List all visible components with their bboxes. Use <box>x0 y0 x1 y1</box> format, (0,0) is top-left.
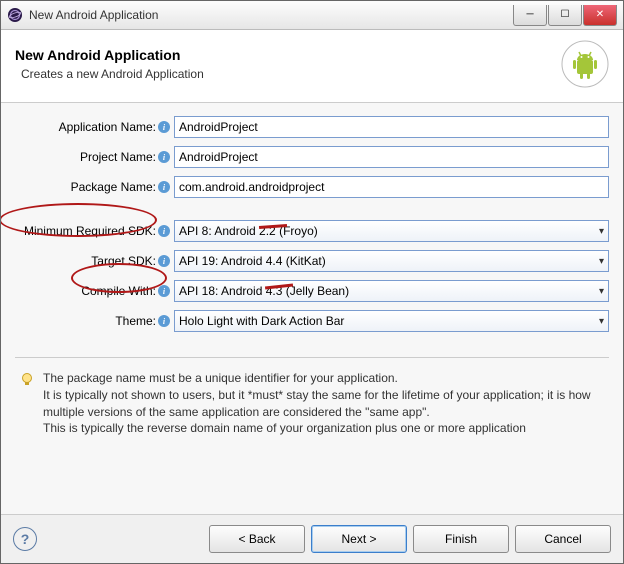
info-icon[interactable]: i <box>158 151 170 163</box>
package-name-input[interactable] <box>174 176 609 198</box>
help-icon[interactable]: ? <box>13 527 37 551</box>
dialog-window: New Android Application ─ ☐ ✕ New Androi… <box>0 0 624 564</box>
compile-with-label: Compile With:i <box>15 284 170 298</box>
info-icon[interactable]: i <box>158 285 170 297</box>
chevron-down-icon: ▾ <box>599 316 604 327</box>
help-text-line: This is typically the reverse domain nam… <box>43 420 605 437</box>
next-button[interactable]: Next > <box>311 525 407 553</box>
min-sdk-select[interactable]: API 8: Android 2.2 (Froyo) ▾ <box>174 220 609 242</box>
eclipse-icon <box>7 7 23 23</box>
app-name-label: Application Name:i <box>15 120 170 134</box>
dialog-body: Application Name:i Project Name:i Packag… <box>1 103 623 514</box>
chevron-down-icon: ▾ <box>599 226 604 237</box>
target-sdk-value: API 19: Android 4.4 (KitKat) <box>179 254 326 268</box>
cancel-button[interactable]: Cancel <box>515 525 611 553</box>
page-title: New Android Application <box>15 47 204 63</box>
compile-with-select[interactable]: API 18: Android 4.3 (Jelly Bean) ▾ <box>174 280 609 302</box>
project-name-input[interactable] <box>174 146 609 168</box>
info-icon[interactable]: i <box>158 181 170 193</box>
compile-with-value: API 18: Android 4.3 (Jelly Bean) <box>179 284 349 298</box>
page-subtitle: Creates a new Android Application <box>21 67 204 81</box>
project-name-label: Project Name:i <box>15 150 170 164</box>
info-icon[interactable]: i <box>158 121 170 133</box>
target-sdk-select[interactable]: API 19: Android 4.4 (KitKat) ▾ <box>174 250 609 272</box>
minimize-button[interactable]: ─ <box>513 5 547 26</box>
maximize-button[interactable]: ☐ <box>548 5 582 26</box>
finish-button[interactable]: Finish <box>413 525 509 553</box>
app-name-input[interactable] <box>174 116 609 138</box>
min-sdk-value: API 8: Android 2.2 (Froyo) <box>179 224 318 238</box>
help-panel: The package name must be a unique identi… <box>15 357 609 437</box>
info-icon[interactable]: i <box>158 315 170 327</box>
help-text-line: It is typically not shown to users, but … <box>43 387 605 421</box>
help-text-line: The package name must be a unique identi… <box>43 370 605 387</box>
info-icon[interactable]: i <box>158 255 170 267</box>
target-sdk-label: Target SDK:i <box>15 254 170 268</box>
dialog-footer: ? < Back Next > Finish Cancel <box>1 514 623 563</box>
min-sdk-label: Minimum Required SDK:i <box>15 224 170 238</box>
close-button[interactable]: ✕ <box>583 5 617 26</box>
info-icon[interactable]: i <box>158 225 170 237</box>
back-button[interactable]: < Back <box>209 525 305 553</box>
window-title: New Android Application <box>29 8 512 22</box>
titlebar[interactable]: New Android Application ─ ☐ ✕ <box>1 1 623 30</box>
lightbulb-icon <box>19 372 35 388</box>
chevron-down-icon: ▾ <box>599 286 604 297</box>
theme-value: Holo Light with Dark Action Bar <box>179 314 344 328</box>
theme-select[interactable]: Holo Light with Dark Action Bar ▾ <box>174 310 609 332</box>
chevron-down-icon: ▾ <box>599 256 604 267</box>
android-icon <box>561 40 609 88</box>
theme-label: Theme:i <box>15 314 170 328</box>
dialog-header: New Android Application Creates a new An… <box>1 30 623 103</box>
package-name-label: Package Name:i <box>15 180 170 194</box>
